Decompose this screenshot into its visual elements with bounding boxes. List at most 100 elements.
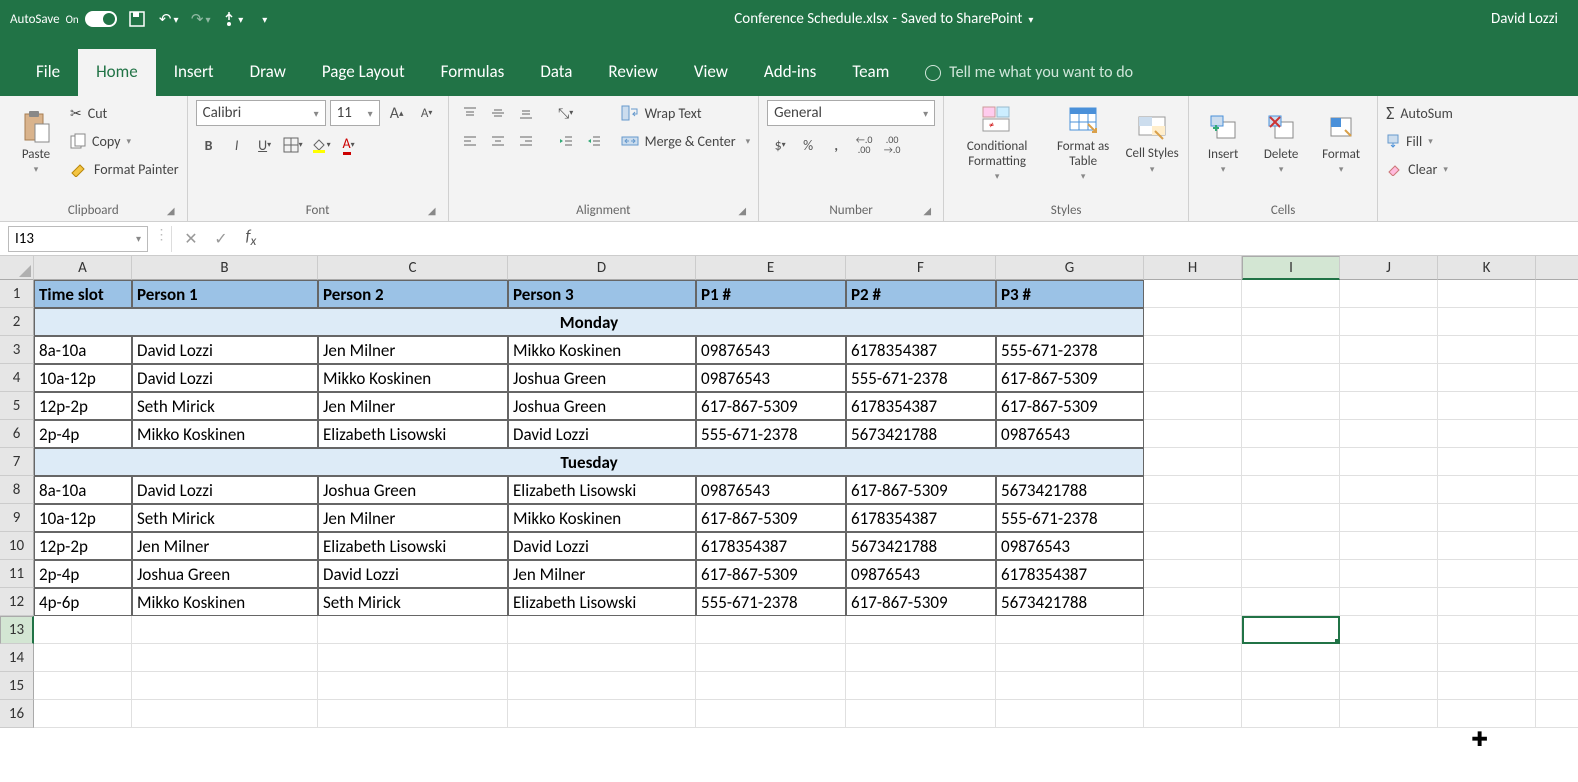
cell-F11[interactable]: 09876543 bbox=[846, 560, 996, 588]
cell-J5[interactable] bbox=[1340, 392, 1438, 420]
save-icon[interactable] bbox=[125, 7, 149, 31]
col-header-D[interactable]: D bbox=[508, 256, 696, 280]
insert-cells-button[interactable]: Insert▾ bbox=[1197, 100, 1249, 184]
accounting-format-icon[interactable]: $▾ bbox=[767, 132, 793, 158]
cell-C15[interactable] bbox=[318, 672, 508, 700]
cell-header-1[interactable]: Person 1 bbox=[132, 280, 318, 308]
cell-E13[interactable] bbox=[696, 616, 846, 644]
cell-K10[interactable] bbox=[1438, 532, 1536, 560]
cell-E3[interactable]: 09876543 bbox=[696, 336, 846, 364]
cell-J10[interactable] bbox=[1340, 532, 1438, 560]
row-header-7[interactable]: 7 bbox=[0, 448, 34, 476]
align-left-icon[interactable] bbox=[457, 128, 483, 154]
cell-H11[interactable] bbox=[1144, 560, 1242, 588]
cell-edge[interactable] bbox=[1536, 700, 1578, 728]
cell-D11[interactable]: Jen Milner bbox=[508, 560, 696, 588]
cell-E16[interactable] bbox=[696, 700, 846, 728]
cell-edge[interactable] bbox=[1536, 504, 1578, 532]
cell-I5[interactable] bbox=[1242, 392, 1340, 420]
cell-J8[interactable] bbox=[1340, 476, 1438, 504]
cut-button[interactable]: ✂Cut bbox=[70, 100, 179, 126]
copy-button[interactable]: Copy▾ bbox=[70, 128, 179, 154]
cell-F4[interactable]: 555-671-2378 bbox=[846, 364, 996, 392]
cell-H3[interactable] bbox=[1144, 336, 1242, 364]
cell-header-0[interactable]: Time slot bbox=[34, 280, 132, 308]
cell-D10[interactable]: David Lozzi bbox=[508, 532, 696, 560]
cell-C12[interactable]: Seth Mirick bbox=[318, 588, 508, 616]
cell-K14[interactable] bbox=[1438, 644, 1536, 672]
cell-J15[interactable] bbox=[1340, 672, 1438, 700]
cell-H1[interactable] bbox=[1144, 280, 1242, 308]
cell-C3[interactable]: Jen Milner bbox=[318, 336, 508, 364]
borders-button[interactable]: ▾ bbox=[280, 132, 306, 158]
cell-A5[interactable]: 12p-2p bbox=[34, 392, 132, 420]
cell-edge[interactable] bbox=[1536, 280, 1578, 308]
dialog-launcher-icon[interactable]: ◢ bbox=[167, 204, 175, 217]
cell-A3[interactable]: 8a-10a bbox=[34, 336, 132, 364]
cell-edge[interactable] bbox=[1536, 420, 1578, 448]
cell-edge[interactable] bbox=[1536, 392, 1578, 420]
tab-formulas[interactable]: Formulas bbox=[423, 49, 523, 96]
cell-J12[interactable] bbox=[1340, 588, 1438, 616]
font-color-button[interactable]: A▾ bbox=[336, 132, 362, 158]
cell-H10[interactable] bbox=[1144, 532, 1242, 560]
cell-edge[interactable] bbox=[1536, 364, 1578, 392]
cell-H14[interactable] bbox=[1144, 644, 1242, 672]
font-name-select[interactable]: Calibri▾ bbox=[196, 100, 326, 126]
autosum-button[interactable]: ΣAutoSum bbox=[1386, 100, 1453, 126]
cell-I11[interactable] bbox=[1242, 560, 1340, 588]
cell-day-tuesday[interactable]: Tuesday bbox=[34, 448, 1144, 476]
cell-F14[interactable] bbox=[846, 644, 996, 672]
cell-E10[interactable]: 6178354387 bbox=[696, 532, 846, 560]
autosave-toggle[interactable]: AutoSave On bbox=[10, 11, 117, 27]
cell-B8[interactable]: David Lozzi bbox=[132, 476, 318, 504]
cell-I12[interactable] bbox=[1242, 588, 1340, 616]
cell-K15[interactable] bbox=[1438, 672, 1536, 700]
orientation-icon[interactable]: ⤡▾ bbox=[553, 100, 579, 126]
cell-C9[interactable]: Jen Milner bbox=[318, 504, 508, 532]
cell-K11[interactable] bbox=[1438, 560, 1536, 588]
cell-K1[interactable] bbox=[1438, 280, 1536, 308]
cell-G10[interactable]: 09876543 bbox=[996, 532, 1144, 560]
cell-F16[interactable] bbox=[846, 700, 996, 728]
cell-D4[interactable]: Joshua Green bbox=[508, 364, 696, 392]
cell-K16[interactable] bbox=[1438, 700, 1536, 728]
spreadsheet-grid[interactable]: ABCDEFGHIJK1Time slotPerson 1Person 2Per… bbox=[0, 256, 1578, 728]
cell-G5[interactable]: 617-867-5309 bbox=[996, 392, 1144, 420]
cell-D9[interactable]: Mikko Koskinen bbox=[508, 504, 696, 532]
cell-A6[interactable]: 2p-4p bbox=[34, 420, 132, 448]
cell-edge[interactable] bbox=[1536, 672, 1578, 700]
paste-button[interactable]: Paste ▾ bbox=[8, 100, 64, 184]
cell-edge[interactable] bbox=[1536, 588, 1578, 616]
cell-H16[interactable] bbox=[1144, 700, 1242, 728]
cell-F3[interactable]: 6178354387 bbox=[846, 336, 996, 364]
cell-G9[interactable]: 555-671-2378 bbox=[996, 504, 1144, 532]
cell-A15[interactable] bbox=[34, 672, 132, 700]
cell-D8[interactable]: Elizabeth Lisowski bbox=[508, 476, 696, 504]
decrease-decimal-icon[interactable]: .00→.0 bbox=[879, 132, 905, 158]
cell-A9[interactable]: 10a-12p bbox=[34, 504, 132, 532]
underline-button[interactable]: U▾ bbox=[252, 132, 278, 158]
cell-B15[interactable] bbox=[132, 672, 318, 700]
tab-review[interactable]: Review bbox=[590, 49, 675, 96]
cell-K8[interactable] bbox=[1438, 476, 1536, 504]
cell-G3[interactable]: 555-671-2378 bbox=[996, 336, 1144, 364]
row-header-16[interactable]: 16 bbox=[0, 700, 34, 728]
cell-I2[interactable] bbox=[1242, 308, 1340, 336]
cell-F8[interactable]: 617-867-5309 bbox=[846, 476, 996, 504]
row-header-9[interactable]: 9 bbox=[0, 504, 34, 532]
cell-C14[interactable] bbox=[318, 644, 508, 672]
font-size-select[interactable]: 11▾ bbox=[330, 100, 380, 126]
col-header-more[interactable] bbox=[1536, 256, 1578, 280]
cell-A10[interactable]: 12p-2p bbox=[34, 532, 132, 560]
tab-insert[interactable]: Insert bbox=[156, 49, 232, 96]
cell-edge[interactable] bbox=[1536, 616, 1578, 644]
cell-B13[interactable] bbox=[132, 616, 318, 644]
cell-G12[interactable]: 5673421788 bbox=[996, 588, 1144, 616]
cell-D6[interactable]: David Lozzi bbox=[508, 420, 696, 448]
percent-format-icon[interactable]: % bbox=[795, 132, 821, 158]
cell-H7[interactable] bbox=[1144, 448, 1242, 476]
row-header-8[interactable]: 8 bbox=[0, 476, 34, 504]
cell-C6[interactable]: Elizabeth Lisowski bbox=[318, 420, 508, 448]
cell-F10[interactable]: 5673421788 bbox=[846, 532, 996, 560]
